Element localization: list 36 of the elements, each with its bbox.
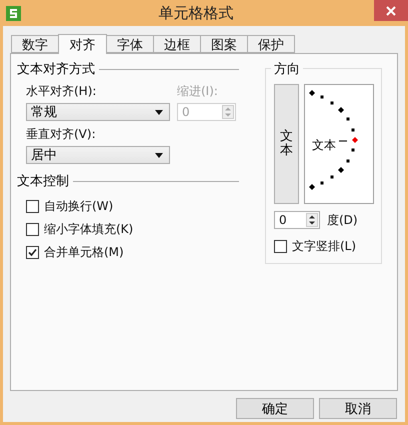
checkbox[interactable] <box>26 246 39 259</box>
checkbox[interactable] <box>26 200 39 213</box>
checkbox-label: 缩小字体填充(K) <box>44 221 134 238</box>
dialog-button[interactable]: 确定 <box>236 398 314 419</box>
group-title: 方向 <box>271 60 303 78</box>
tab[interactable]: 数字 <box>11 35 59 53</box>
checkbox[interactable] <box>274 240 287 253</box>
dropdown[interactable]: 常规 <box>26 103 170 121</box>
degree-field[interactable]: 0 <box>274 211 320 229</box>
tab[interactable]: 字体 <box>106 35 154 53</box>
tab[interactable]: 对齐 <box>58 34 107 54</box>
vertical-text-button[interactable]: 文本 <box>274 84 299 204</box>
close-button[interactable] <box>374 0 408 21</box>
caret-icon <box>155 110 163 114</box>
close-icon <box>386 6 396 16</box>
checkbox-label: 合并单元格(M) <box>44 244 124 261</box>
group-title: 文本控制 <box>17 173 69 190</box>
caret-icon <box>155 152 163 158</box>
orientation-dial[interactable]: 文本 <box>304 84 374 204</box>
field-label: 垂直对齐(V): <box>26 126 97 143</box>
spin-arrows-icon[interactable] <box>306 213 318 227</box>
field-label: 水平对齐(H): <box>26 83 98 100</box>
dial-text: 文本 <box>312 137 336 154</box>
field-label: 缩进(I): <box>177 83 219 100</box>
tab[interactable]: 保护 <box>247 35 295 53</box>
checkbox-label: 自动换行(W) <box>44 198 114 215</box>
degree-label: 度(D) <box>327 212 358 228</box>
dialog-button[interactable]: 取消 <box>319 398 397 419</box>
checkbox[interactable] <box>26 223 39 236</box>
window-title: 单元格格式 <box>158 4 234 22</box>
checkbox-label: 文字竖排(L) <box>292 238 356 255</box>
app-logo-icon <box>6 6 21 20</box>
dropdown[interactable]: 居中 <box>26 146 170 164</box>
tab[interactable]: 图案 <box>200 35 248 53</box>
tab[interactable]: 边框 <box>153 35 201 53</box>
group-title: 文本对齐方式 <box>17 61 95 78</box>
